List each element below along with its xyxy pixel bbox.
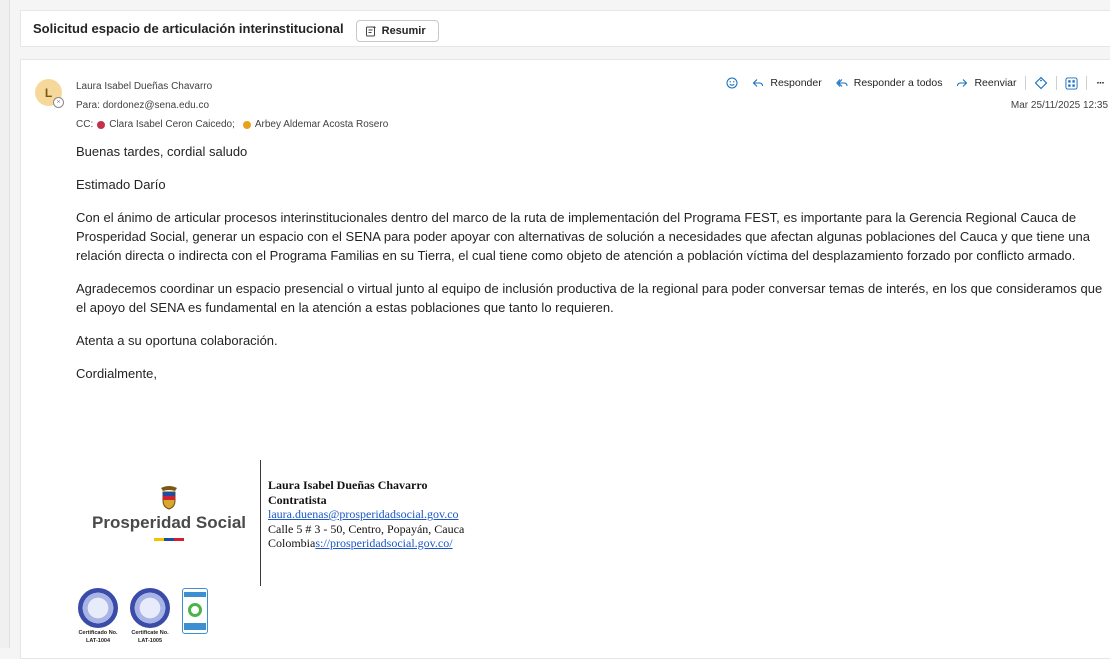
message-body: Buenas tardes, cordial saludo Estimado D… [76,142,1106,397]
forward-label: Reenviar [974,77,1017,89]
to-label: Para: [76,100,100,111]
green-cert-badge [182,588,208,634]
cert-label: Certificate No. [131,630,169,636]
cert-label: Certificado No. [78,630,118,636]
apps-button[interactable] [1064,76,1078,90]
signature-site: Colombias://prosperidadsocial.gov.co/ [268,536,464,551]
summarize-button[interactable]: Resumir [355,19,439,42]
subject-title: Solicitud espacio de articulación interi… [33,21,344,36]
reply-label: Responder [770,77,822,89]
cert-seal-icon [78,588,118,628]
cert-badge: Certificado No. LAT-1004 [76,588,120,644]
message-card: L × Laura Isabel Dueñas Chavarro Para: d… [20,59,1110,659]
signature-role: Contratista [268,492,327,507]
signature-divider [260,460,261,586]
signature-address: Calle 5 # 3 - 50, Centro, Popayán, Cauca [268,521,465,536]
left-rail [0,0,10,648]
subject-bar: Solicitud espacio de articulación interi… [20,10,1110,47]
actions-divider [1085,76,1087,90]
to-line: Para: dordonez@sena.edu.co [76,100,209,111]
cc-line: CC: Clara Isabel Ceron Caicedo; Arbey Al… [76,119,388,130]
body-paragraph: Con el ánimo de articular procesos inter… [76,210,1090,263]
summarize-label: Resumir [381,24,426,37]
cert-number: LAT-1005 [137,638,163,644]
certifications: Certificado No. LAT-1004 Certificate No.… [76,588,208,644]
cert-badge: Certificate No. LAT-1005 [128,588,172,644]
signature-email-link[interactable]: laura.duenas@prosperidadsocial.gov.co [268,507,459,521]
summarize-icon [365,25,376,36]
cert-top-bar [184,592,206,597]
cert-bottom-bar [184,623,206,630]
message-date: Mar 25/11/2025 12:35 [1010,100,1108,111]
brand-name: Prosperidad Social [92,513,246,532]
zero-emissions-icon [188,603,202,617]
tag-icon [1034,76,1047,90]
body-paragraph: Estimado Darío [76,177,166,192]
prosperidad-social-logo: Prosperidad Social [83,485,255,555]
emoji-reaction-icon[interactable] [726,77,738,89]
flag-stripe [154,538,184,541]
apps-icon [1064,76,1078,90]
cc-recipient[interactable]: Arbey Aldemar Acosta Rosero [255,119,388,130]
body-paragraph: Atenta a su oportuna colaboración. [76,333,278,348]
forward-button[interactable]: Reenviar [956,77,1017,89]
body-paragraph: Buenas tardes, cordial saludo [76,144,248,159]
reply-all-button[interactable]: Responder a todos [835,77,943,89]
signature-block: Laura Isabel Dueñas Chavarro Contratista… [268,478,464,551]
forward-icon [957,79,968,87]
presence-busy-icon [97,120,106,129]
signature-name: Laura Isabel Dueñas Chavarro [268,478,428,492]
tag-button[interactable] [1034,76,1048,90]
reply-all-icon [835,79,848,87]
reply-button[interactable]: Responder [752,77,822,89]
signature-site-link[interactable]: s://prosperidadsocial.gov.co/ [315,536,452,550]
actions-divider [1024,76,1026,90]
cert-seal-icon [130,588,170,628]
reply-all-label: Responder a todos [853,77,943,89]
signature-country: Colombia [268,536,316,550]
body-paragraph: Agradecemos coordinar un espacio presenc… [76,281,1103,315]
coat-of-arms-icon [161,486,177,510]
presence-away-icon [242,120,251,129]
actions-divider [1055,76,1057,90]
body-paragraph: Cordialmente, [76,366,157,381]
cert-number: LAT-1004 [85,638,111,644]
reply-icon [753,79,764,87]
to-recipient[interactable]: dordonez@sena.edu.co [103,100,209,111]
sender-name[interactable]: Laura Isabel Dueñas Chavarro [76,81,212,92]
presence-offline-icon: × [53,97,64,108]
cc-label: CC: [76,119,94,130]
message-actions: Responder Responder a todos Reenviar ··· [726,76,1105,90]
cc-recipient[interactable]: Clara Isabel Ceron Caicedo; [109,119,235,130]
more-actions-button[interactable]: ··· [1097,77,1105,89]
